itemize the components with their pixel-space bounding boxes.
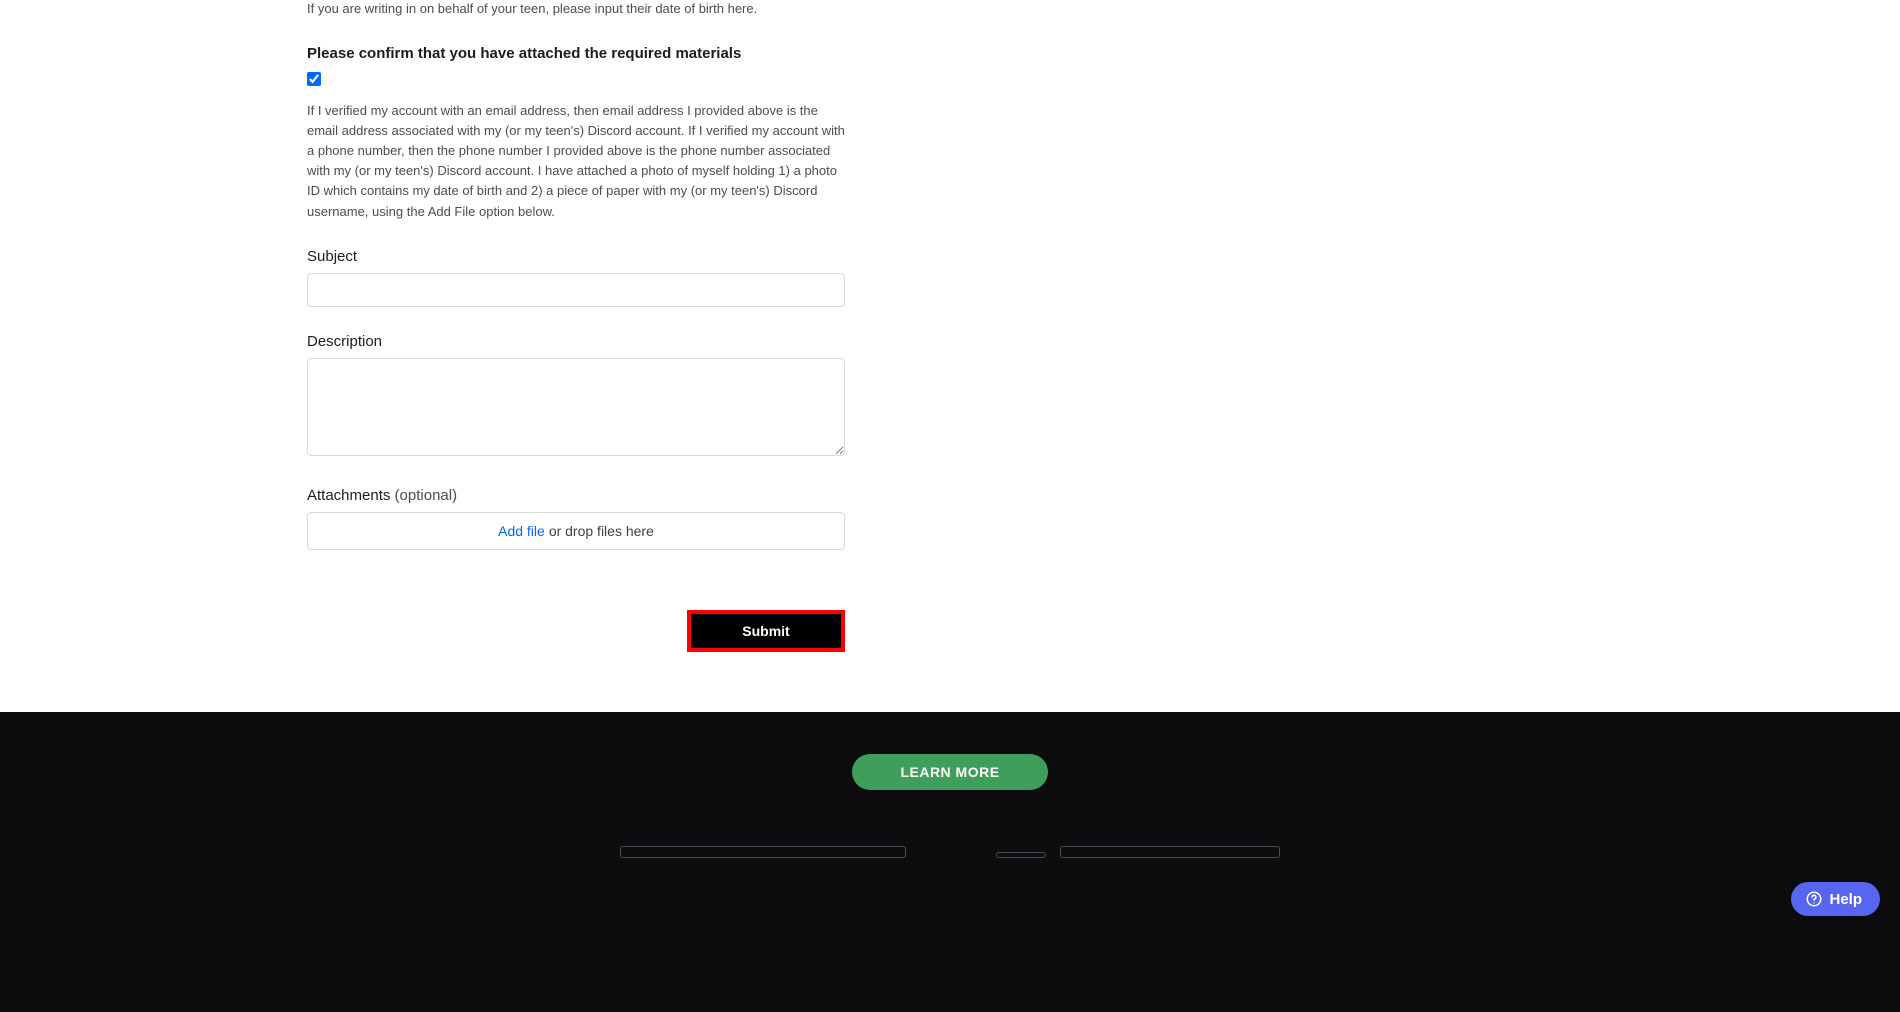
confirm-materials-checkbox[interactable]: [307, 72, 321, 86]
teen-dob-hint: If you are writing in on behalf of your …: [307, 0, 845, 19]
footer-dropdown-right[interactable]: [1060, 846, 1280, 858]
confirm-materials-heading: Please confirm that you have attached th…: [307, 45, 845, 62]
subject-input[interactable]: [307, 273, 845, 307]
description-textarea[interactable]: [307, 358, 845, 456]
footer-select-row: [0, 846, 1900, 858]
site-footer: LEARN MORE: [0, 712, 1900, 1012]
help-widget-button[interactable]: Help: [1791, 882, 1880, 916]
help-widget-label: Help: [1829, 891, 1862, 908]
drop-hint-text: or drop files here: [549, 523, 654, 539]
learn-more-button[interactable]: LEARN MORE: [852, 754, 1047, 790]
consent-text: If I verified my account with an email a…: [307, 101, 845, 222]
attachments-label-row: Attachments (optional): [307, 487, 845, 504]
add-file-link[interactable]: Add file: [498, 523, 545, 539]
submit-highlight-frame: Submit: [687, 610, 845, 652]
footer-dropdown-mid[interactable]: [996, 852, 1046, 858]
submit-button[interactable]: Submit: [691, 614, 841, 648]
subject-label: Subject: [307, 248, 845, 265]
attachments-label: Attachments: [307, 487, 390, 504]
help-icon: [1805, 890, 1823, 908]
attachments-optional: (optional): [395, 487, 458, 504]
footer-dropdown-left[interactable]: [620, 846, 906, 858]
description-label: Description: [307, 333, 845, 350]
attachments-dropzone[interactable]: Add file or drop files here: [307, 512, 845, 550]
support-form: If you are writing in on behalf of your …: [0, 0, 1900, 712]
